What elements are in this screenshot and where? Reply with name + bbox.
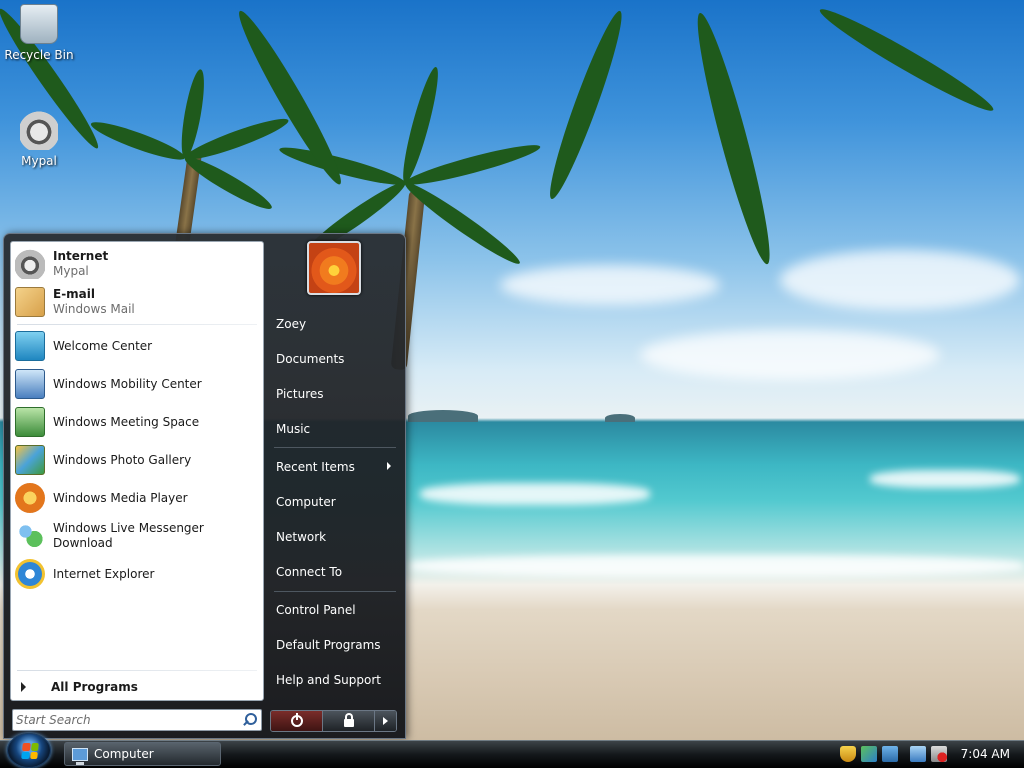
pinned-item-title: E-mail (53, 287, 96, 301)
mobility-center-icon (15, 369, 45, 399)
recycle-bin-icon (20, 4, 58, 44)
program-item-label: Windows Live Messenger Download (53, 521, 204, 550)
start-link-label: Recent Items (276, 460, 355, 474)
security-shield-icon[interactable] (839, 746, 856, 762)
lock-icon (343, 713, 354, 727)
start-link-network[interactable]: Network (276, 527, 326, 547)
desktop-icon-recycle-bin[interactable]: Recycle Bin (1, 4, 77, 62)
program-item-welcome-center[interactable]: Welcome Center (15, 328, 259, 364)
right-column-separator (274, 591, 396, 592)
pinned-item-email[interactable]: E-mail Windows Mail (15, 284, 259, 320)
start-link-default-programs[interactable]: Default Programs (276, 635, 381, 655)
power-icon (290, 713, 303, 727)
program-item-meeting-space[interactable]: Windows Meeting Space (15, 404, 259, 440)
lock-button[interactable] (323, 711, 375, 731)
all-programs-label: All Programs (51, 680, 138, 694)
start-button[interactable] (7, 733, 51, 768)
windows-logo-icon (21, 743, 39, 759)
start-link-label: Pictures (276, 387, 324, 401)
pinned-item-internet[interactable]: Internet Mypal (15, 246, 259, 282)
chevron-right-icon (21, 682, 26, 692)
internet-explorer-icon (15, 559, 45, 589)
start-menu: Internet Mypal E-mail Windows Mail Welcome… (3, 233, 406, 739)
desktop-icon-label: Mypal (21, 154, 57, 168)
program-item-mobility-center[interactable]: Windows Mobility Center (15, 366, 259, 402)
desktop-icon-mypal[interactable]: Mypal (1, 110, 77, 168)
start-link-user[interactable]: Zoey (276, 314, 306, 334)
taskbar-button-label: Computer (94, 747, 154, 761)
program-item-label: Windows Photo Gallery (53, 452, 192, 467)
start-link-label: Zoey (276, 317, 307, 331)
start-link-label: Music (276, 422, 311, 436)
start-link-recent-items[interactable]: Recent Items (276, 457, 398, 477)
mypal-raccoon-icon (15, 249, 45, 279)
windows-defender-icon[interactable] (860, 746, 877, 762)
pinned-item-subtitle: Mypal (53, 264, 89, 278)
start-link-control-panel[interactable]: Control Panel (276, 600, 356, 620)
chevron-right-icon (387, 462, 391, 470)
chevron-right-icon (383, 717, 388, 725)
start-search-box[interactable] (12, 709, 262, 731)
program-item-label: Windows Meeting Space (53, 414, 200, 429)
start-link-computer[interactable]: Computer (276, 492, 336, 512)
sync-center-icon[interactable] (881, 746, 898, 762)
volume-muted-icon[interactable] (930, 746, 947, 762)
start-link-label: Documents (276, 352, 345, 366)
media-player-icon (15, 483, 45, 513)
program-item-media-player[interactable]: Windows Media Player (15, 480, 259, 516)
welcome-center-icon (15, 331, 45, 361)
taskbar-clock[interactable]: 7:04 AM (961, 747, 1010, 761)
start-link-label: Help and Support (276, 673, 381, 687)
search-icon[interactable] (241, 712, 257, 728)
windows-mail-icon (15, 287, 45, 317)
computer-icon (72, 747, 88, 765)
desktop-icon-label: Recycle Bin (4, 48, 74, 62)
start-link-label: Network (276, 530, 327, 544)
program-item-label: Internet Explorer (53, 566, 155, 581)
start-link-documents[interactable]: Documents (276, 349, 344, 369)
all-programs-button[interactable]: All Programs (21, 678, 138, 696)
start-link-help-support[interactable]: Help and Support (276, 670, 381, 690)
power-button[interactable] (271, 711, 323, 731)
shutdown-options-button[interactable] (375, 711, 396, 731)
messenger-icon (15, 521, 45, 551)
start-menu-programs-pane: Internet Mypal E-mail Windows Mail Welcome… (10, 241, 264, 701)
start-search-input[interactable] (16, 711, 241, 729)
taskbar-button-computer[interactable]: Computer (64, 742, 221, 766)
program-item-photo-gallery[interactable]: Windows Photo Gallery (15, 442, 259, 478)
notification-area: 7:04 AM (835, 740, 1024, 768)
program-item-label: Windows Media Player (53, 490, 188, 505)
pinned-separator (17, 324, 257, 325)
start-link-label: Control Panel (276, 603, 356, 617)
start-link-label: Connect To (276, 565, 343, 579)
network-icon[interactable] (909, 746, 926, 762)
user-account-picture[interactable] (307, 241, 361, 295)
program-item-label: Windows Mobility Center (53, 376, 202, 391)
start-link-label: Computer (276, 495, 336, 509)
start-link-connect-to[interactable]: Connect To (276, 562, 342, 582)
meeting-space-icon (15, 407, 45, 437)
program-item-label: Welcome Center (53, 338, 153, 353)
program-item-messenger[interactable]: Windows Live Messenger Download (15, 518, 259, 554)
pinned-item-title: Internet (53, 249, 109, 263)
start-link-label: Default Programs (276, 638, 381, 652)
pinned-item-subtitle: Windows Mail (53, 302, 135, 316)
right-column-separator (274, 447, 396, 448)
program-item-internet-explorer[interactable]: Internet Explorer (15, 556, 259, 592)
start-link-music[interactable]: Music (276, 419, 310, 439)
photo-gallery-icon (15, 445, 45, 475)
mypal-raccoon-icon (20, 110, 58, 150)
power-controls (270, 710, 397, 732)
start-link-pictures[interactable]: Pictures (276, 384, 324, 404)
all-programs-separator (17, 670, 257, 671)
